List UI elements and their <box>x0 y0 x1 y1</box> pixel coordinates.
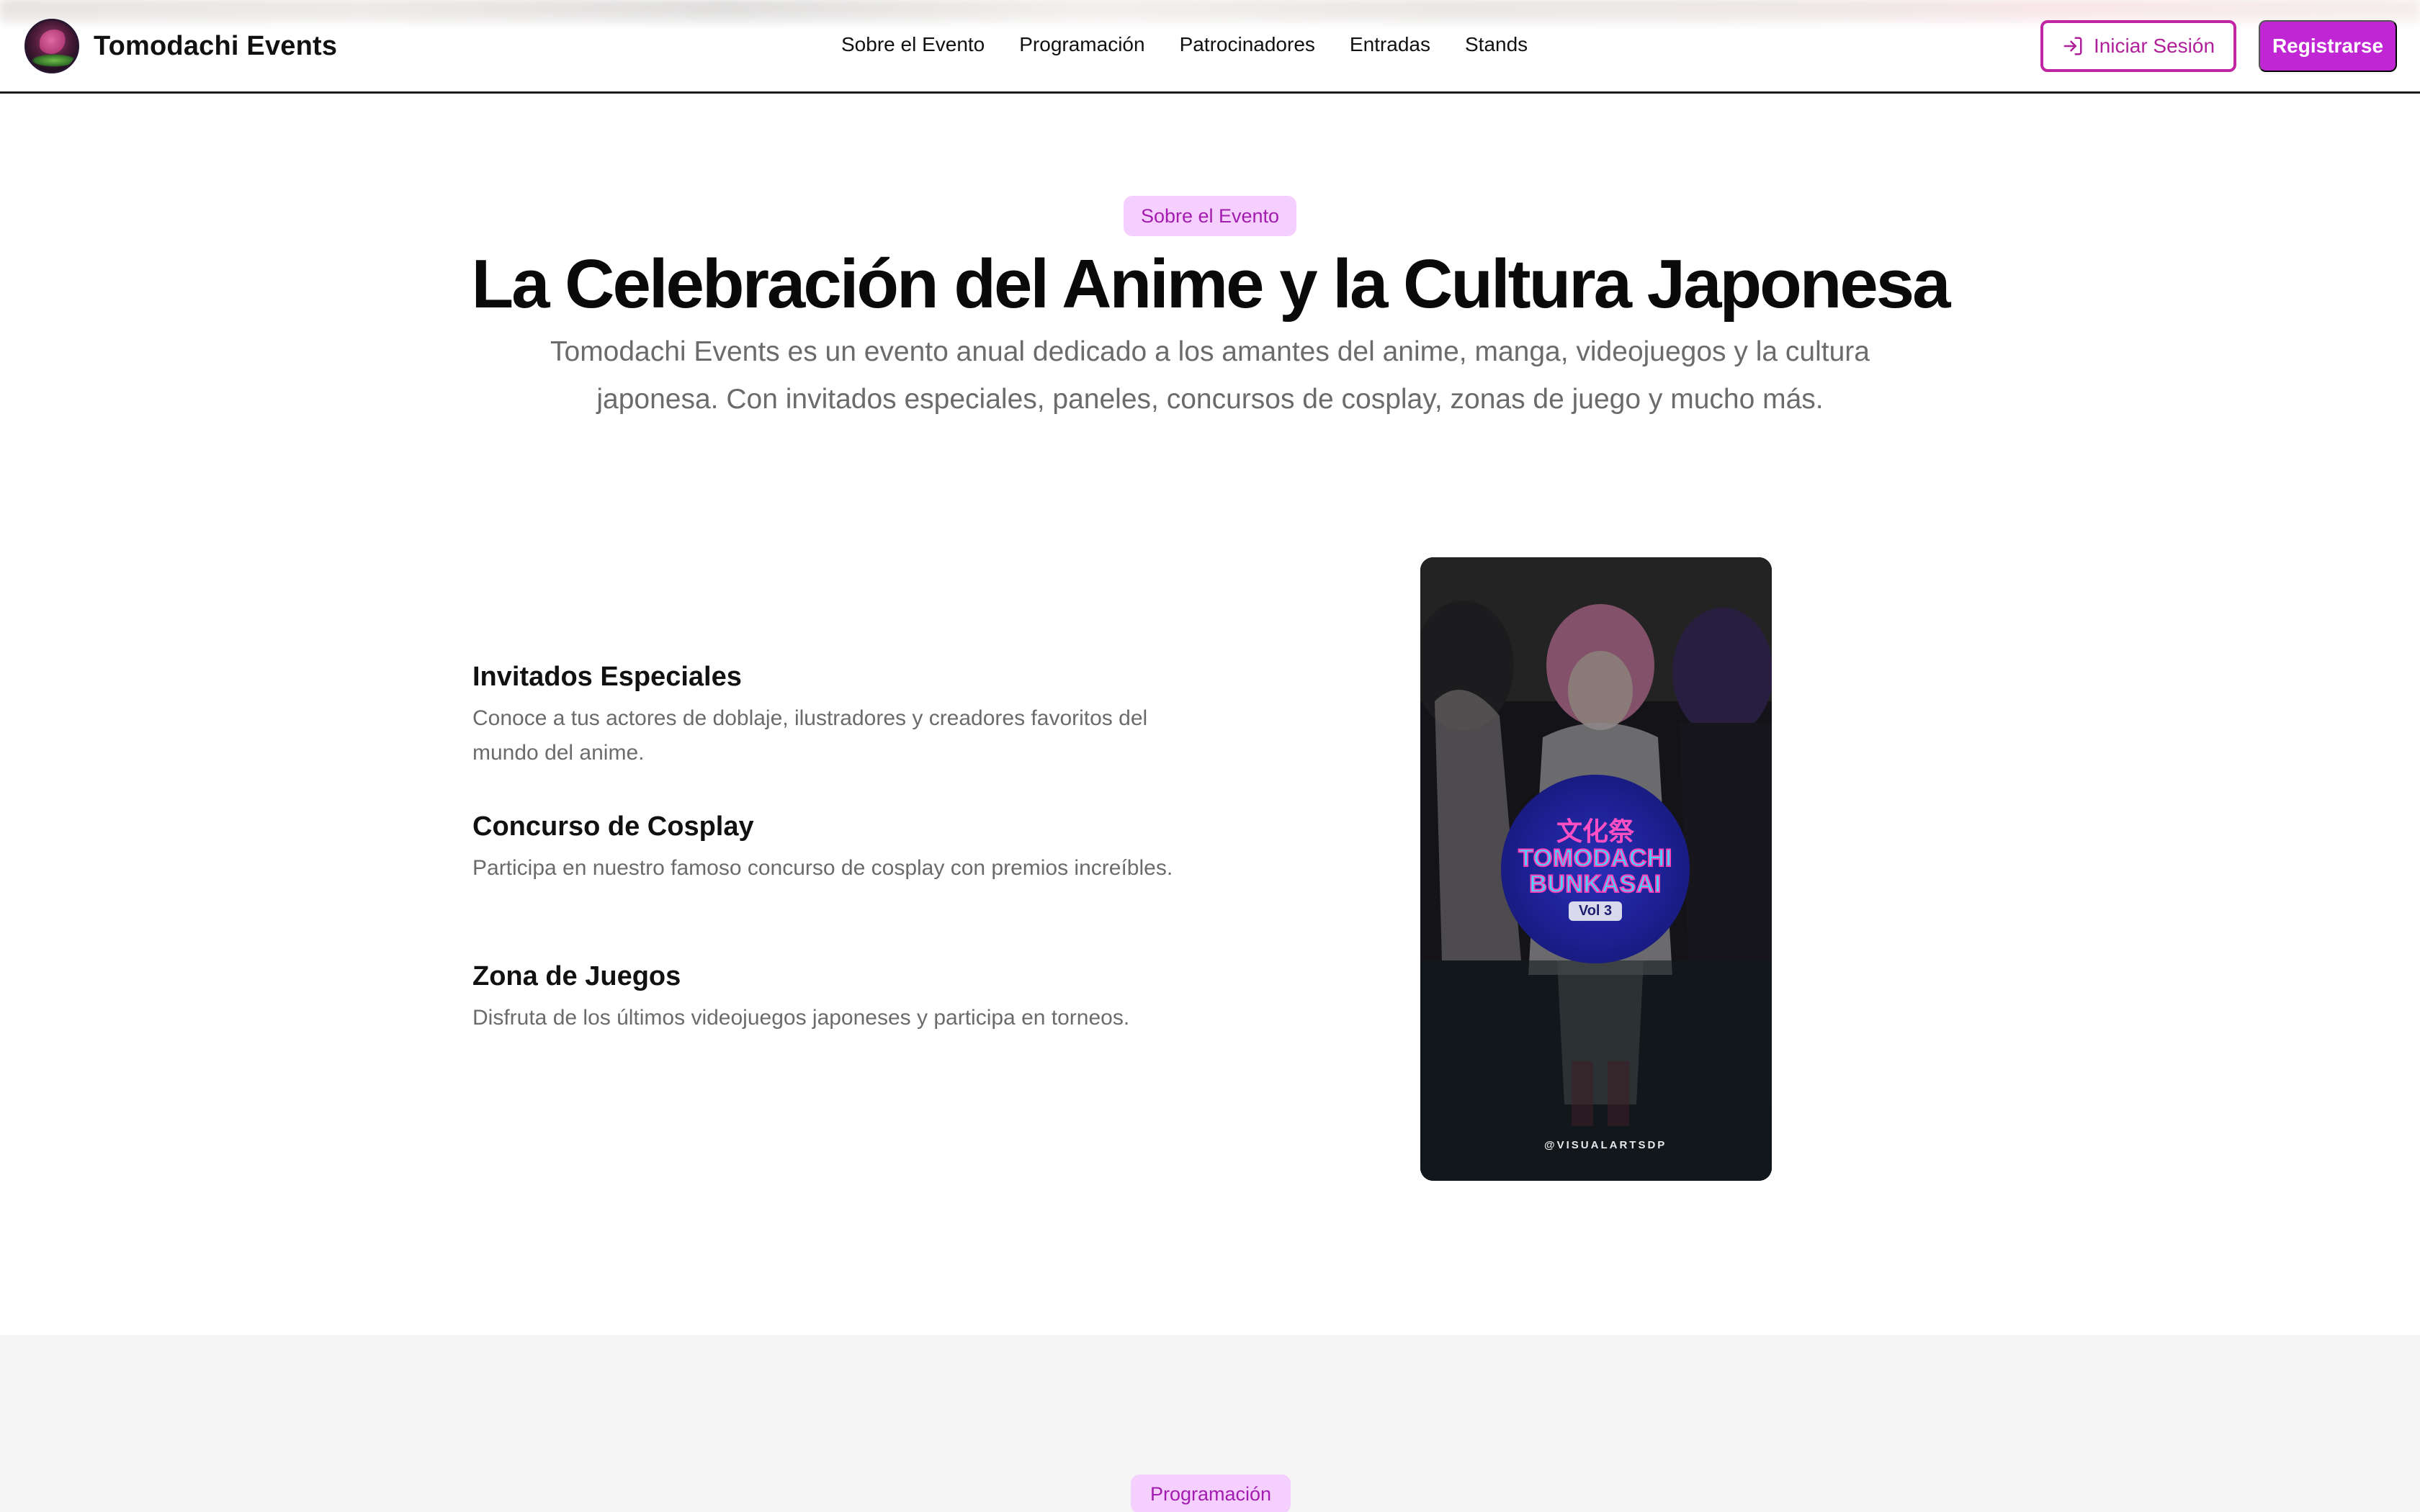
feature-title: Zona de Juegos <box>472 961 681 991</box>
brand-avatar-icon <box>24 19 79 73</box>
feature-item: Invitados Especiales Conoce a tus actore… <box>472 660 1178 770</box>
page: Tomodachi Events Sobre el Evento Program… <box>0 0 2420 1512</box>
about-lead: Tomodachi Events es un evento anual dedi… <box>550 336 1870 415</box>
brand-link[interactable]: Tomodachi Events <box>24 19 337 73</box>
feature-description: Conoce a tus actores de doblaje, ilustra… <box>472 706 1148 765</box>
login-arrow-icon <box>2062 35 2084 57</box>
event-video[interactable]: 文化祭 TOMODACHI BUNKASAI Vol 3 @VISUALARTS… <box>1420 557 1772 1181</box>
feature-description: Disfruta de los últimos videojuegos japo… <box>472 1006 1130 1030</box>
logo-kanji: 文化祭 <box>1556 816 1634 846</box>
register-button[interactable]: Registrarse <box>2259 20 2397 72</box>
main-nav: Sobre el Evento Programación Patrocinado… <box>841 29 1528 60</box>
register-label: Registrarse <box>2272 35 2384 57</box>
nav-link-sobre-el-evento[interactable]: Sobre el Evento <box>841 33 985 56</box>
login-label: Iniciar Sesión <box>2093 35 2215 57</box>
logo-line-2: BUNKASAI <box>1528 870 1662 898</box>
about-headline: La Celebración del Anime y la Cultura Ja… <box>471 246 1950 323</box>
nav-link-stands[interactable]: Stands <box>1465 33 1528 56</box>
nav-link-entradas[interactable]: Entradas <box>1350 33 1430 56</box>
nav-link-programacion[interactable]: Programación <box>1019 33 1144 56</box>
login-button[interactable]: Iniciar Sesión <box>2040 20 2236 72</box>
section-badge-about: Sobre el Evento <box>1124 196 1296 236</box>
logo-line-1: TOMODACHI <box>1518 844 1672 872</box>
brand-name: Tomodachi Events <box>94 30 338 61</box>
top-navbar: Tomodachi Events Sobre el Evento Program… <box>0 0 2420 94</box>
feature-item: Concurso de Cosplay Participa en nuestro… <box>472 809 1178 886</box>
feature-title: Concurso de Cosplay <box>472 811 754 842</box>
feature-description: Participa en nuestro famoso concurso de … <box>472 856 1173 880</box>
photo-credit: @VISUALARTSDP <box>1544 1139 1667 1151</box>
schedule-section: Programación <box>0 1335 2420 1512</box>
bunkasai-logo: 文化祭 TOMODACHI BUNKASAI Vol 3 <box>1501 775 1690 963</box>
nav-link-patrocinadores[interactable]: Patrocinadores <box>1180 33 1315 56</box>
logo-volume: Vol 3 <box>1568 901 1623 921</box>
feature-item: Zona de Juegos Disfruta de los últimos v… <box>472 959 1178 1035</box>
feature-title: Invitados Especiales <box>472 662 742 692</box>
section-badge-schedule: Programación <box>1131 1475 1291 1512</box>
